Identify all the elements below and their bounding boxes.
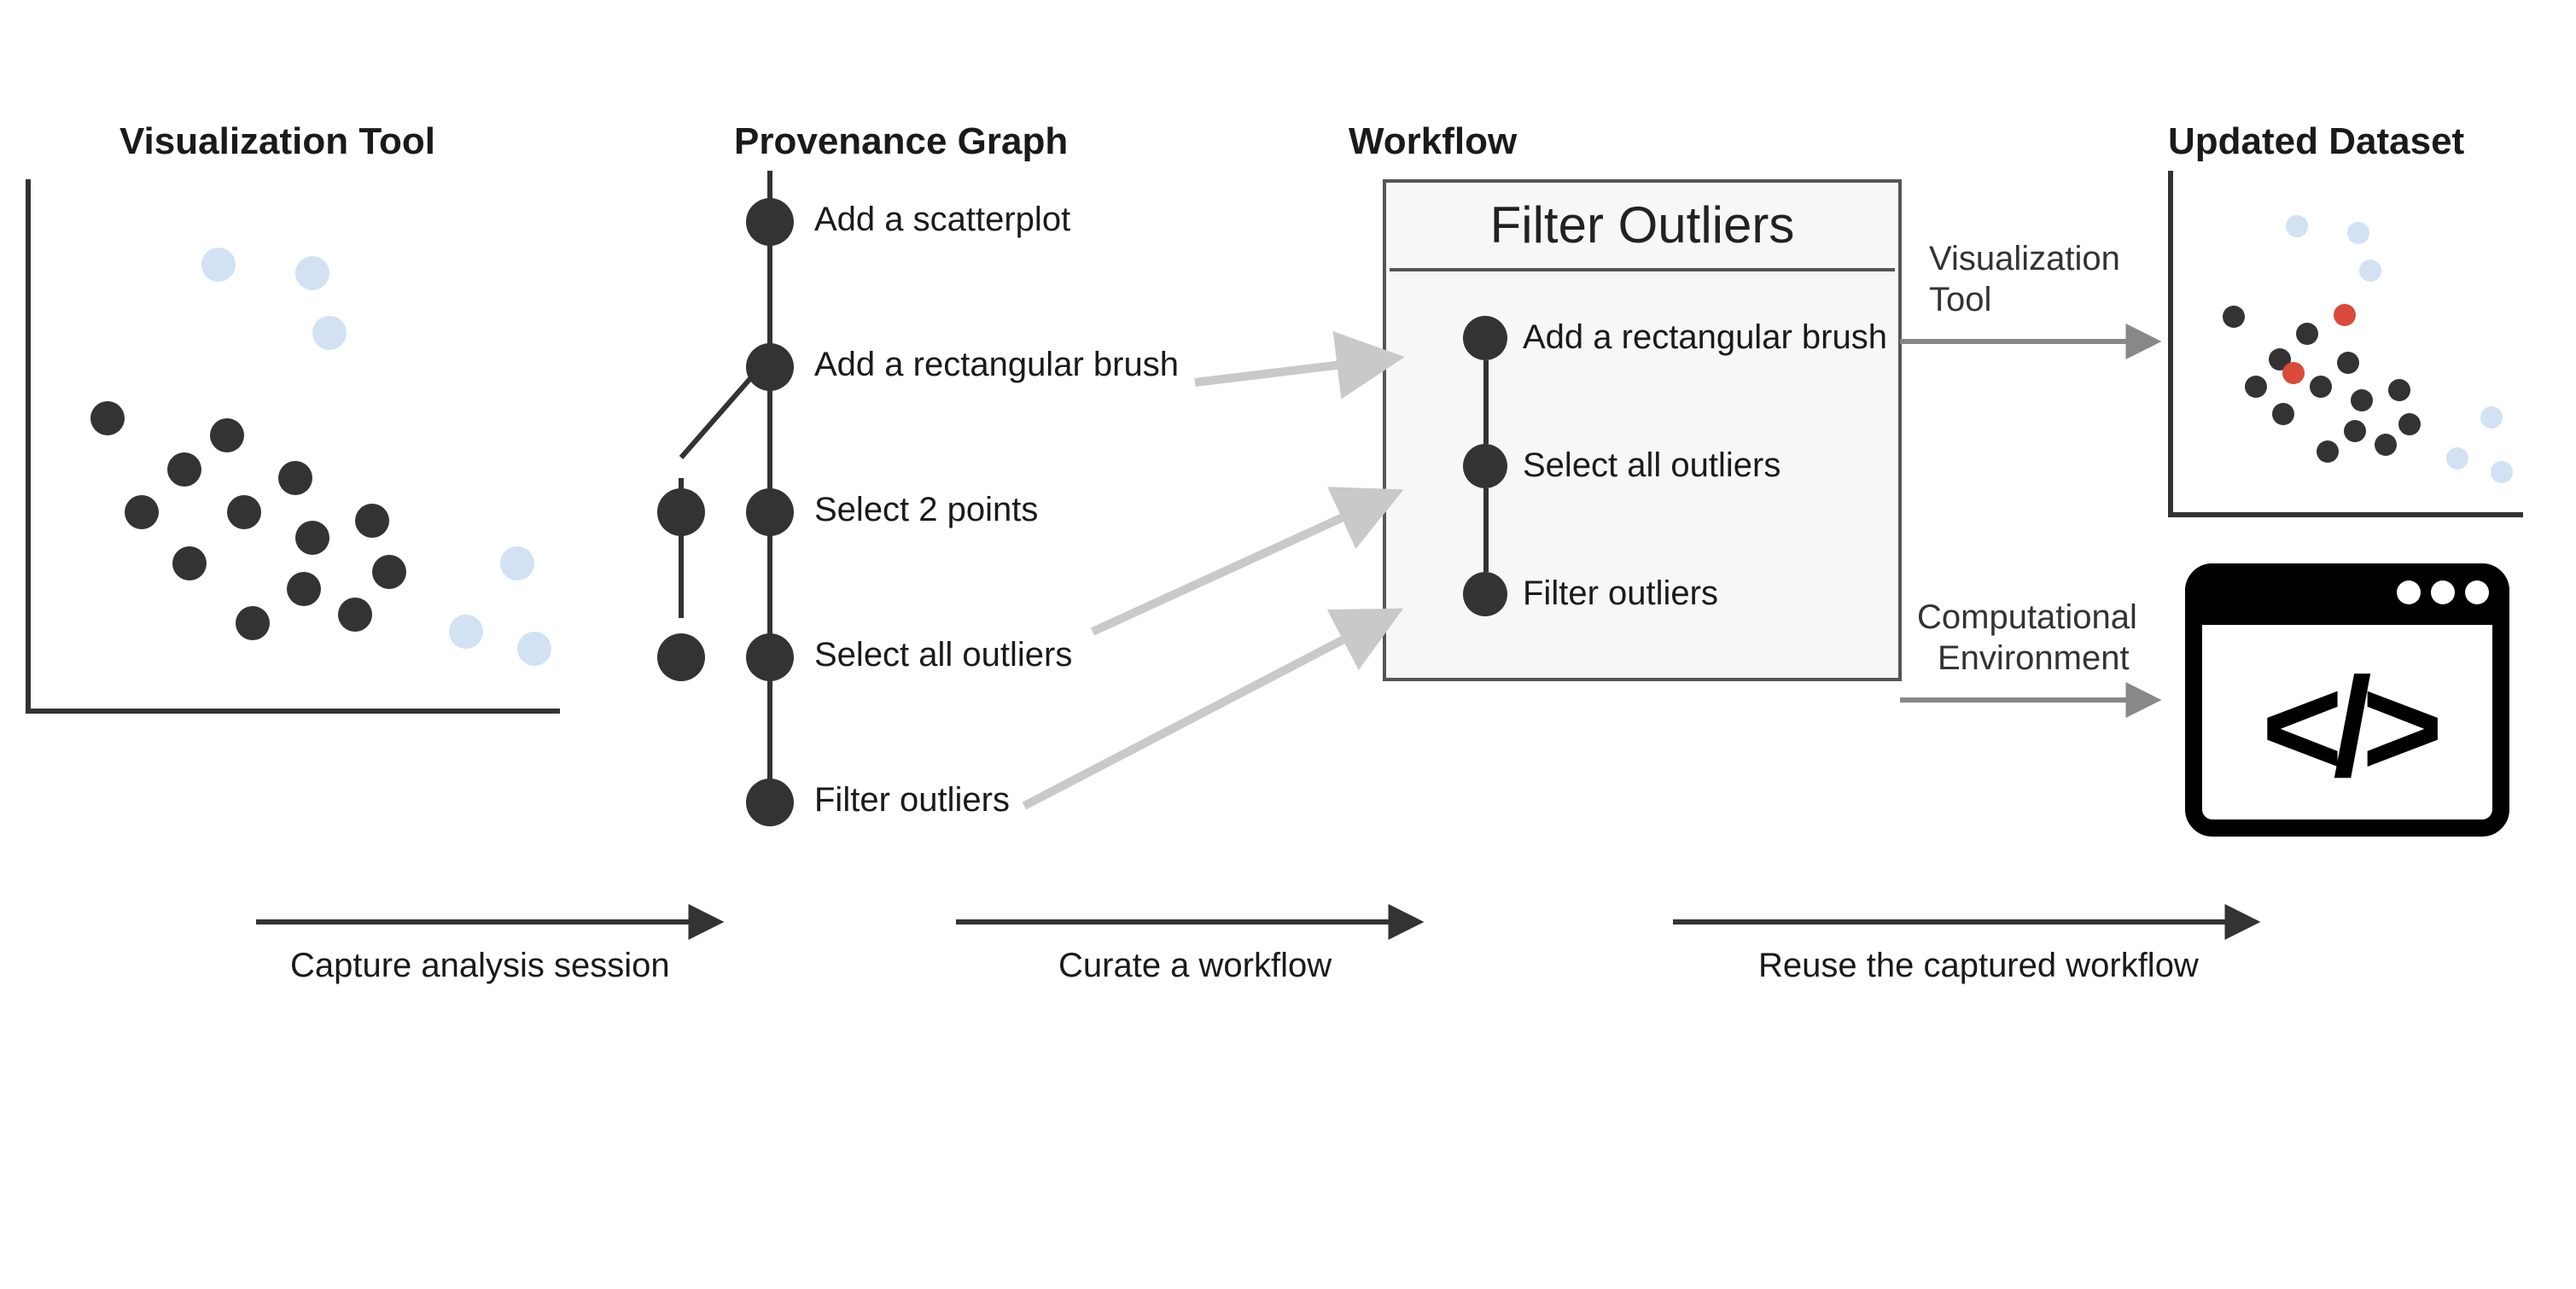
- data-point-dark: [2244, 375, 2266, 397]
- data-point-dark: [2271, 402, 2293, 424]
- data-point-dark: [2336, 351, 2358, 373]
- data-point-light: [312, 316, 347, 350]
- label-vis-tool-b: Tool: [1929, 280, 1991, 321]
- prov-branch-node: [657, 633, 705, 681]
- heading-prov-graph: Provenance Graph: [734, 120, 1068, 164]
- data-point-dark: [295, 521, 329, 555]
- data-point-light: [2445, 446, 2468, 469]
- data-point-dark: [167, 452, 201, 487]
- workflow-step-label: Select all outliers: [1523, 447, 1780, 487]
- workflow-step-label: Filter outliers: [1523, 575, 1718, 615]
- scatterplot-original: [26, 179, 560, 714]
- data-point-light: [500, 546, 534, 580]
- data-point-light: [2480, 405, 2502, 428]
- data-point-light: [295, 256, 329, 290]
- caption-reuse: Reuse the captured workflow: [1758, 948, 2199, 987]
- label-env-b: Environment: [1938, 639, 2130, 679]
- data-point-dark: [355, 504, 389, 538]
- data-point-dark: [236, 606, 270, 640]
- scatterplot-updated: [2168, 171, 2523, 517]
- data-point-dark: [2316, 440, 2338, 462]
- window-dot-icon: [2465, 580, 2489, 604]
- label-vis-tool-a: Visualization: [1929, 239, 2120, 280]
- data-point-dark: [210, 418, 244, 452]
- window-dot-icon: [2431, 580, 2455, 604]
- data-point-red: [2282, 361, 2304, 383]
- data-point-light: [2490, 460, 2512, 482]
- workflow-step-node: [1463, 316, 1507, 360]
- data-point-light: [449, 615, 483, 649]
- workflow-connector: [1483, 360, 1489, 444]
- prov-node-label: Add a rectangular brush: [814, 347, 1179, 386]
- data-point-dark: [2295, 322, 2317, 344]
- data-point-dark: [2343, 419, 2365, 441]
- code-window-titlebar: [2185, 563, 2509, 625]
- label-env-a: Computational: [1917, 598, 2137, 639]
- workflow-step-node: [1463, 572, 1507, 616]
- prov-node-label: Add a scatterplot: [814, 201, 1070, 241]
- arrow-prov-to-wf-1: [1195, 359, 1391, 382]
- workflow-step-label: Add a rectangular brush: [1523, 319, 1887, 359]
- heading-workflow: Workflow: [1349, 120, 1517, 164]
- heading-updated: Updated Dataset: [2168, 120, 2464, 164]
- data-point-dark: [2387, 378, 2410, 400]
- data-point-light: [517, 632, 551, 666]
- prov-node: [746, 198, 794, 246]
- workflow-title: Filter Outliers: [1390, 186, 1895, 271]
- data-point-dark: [125, 495, 159, 529]
- arrow-prov-to-wf-2: [1093, 495, 1391, 632]
- data-point-light: [2346, 221, 2369, 243]
- data-point-red: [2333, 303, 2355, 325]
- data-point-light: [2285, 214, 2307, 236]
- data-point-light: [201, 248, 236, 282]
- data-point-dark: [2398, 412, 2420, 435]
- data-point-dark: [372, 555, 406, 589]
- caption-capture: Capture analysis session: [290, 948, 670, 987]
- data-point-light: [2358, 259, 2381, 281]
- prov-node-label: Select 2 points: [814, 492, 1038, 531]
- prov-branch-node: [657, 488, 705, 536]
- prov-node: [746, 488, 794, 536]
- prov-node-label: Select all outliers: [814, 637, 1072, 676]
- prov-branch-connector: [681, 376, 753, 458]
- code-glyph-icon: </>: [2202, 649, 2492, 809]
- code-window-icon: </>: [2185, 563, 2509, 837]
- data-point-dark: [2350, 388, 2372, 411]
- data-point-dark: [287, 572, 321, 606]
- prov-node-label: Filter outliers: [814, 782, 1010, 821]
- window-dot-icon: [2397, 580, 2421, 604]
- prov-node: [746, 779, 794, 826]
- prov-node: [746, 633, 794, 681]
- workflow-connector: [1483, 488, 1489, 572]
- prov-node: [746, 343, 794, 391]
- data-point-dark: [2374, 433, 2396, 455]
- data-point-dark: [338, 598, 372, 632]
- workflow-step-node: [1463, 444, 1507, 488]
- data-point-dark: [278, 461, 312, 495]
- data-point-dark: [90, 401, 125, 435]
- arrow-prov-to-wf-3: [1024, 615, 1391, 806]
- caption-curate: Curate a workflow: [1058, 948, 1332, 987]
- data-point-dark: [227, 495, 261, 529]
- data-point-dark: [2222, 305, 2244, 327]
- data-point-dark: [2309, 375, 2331, 397]
- heading-vis-tool: Visualization Tool: [119, 120, 435, 164]
- data-point-dark: [172, 546, 207, 580]
